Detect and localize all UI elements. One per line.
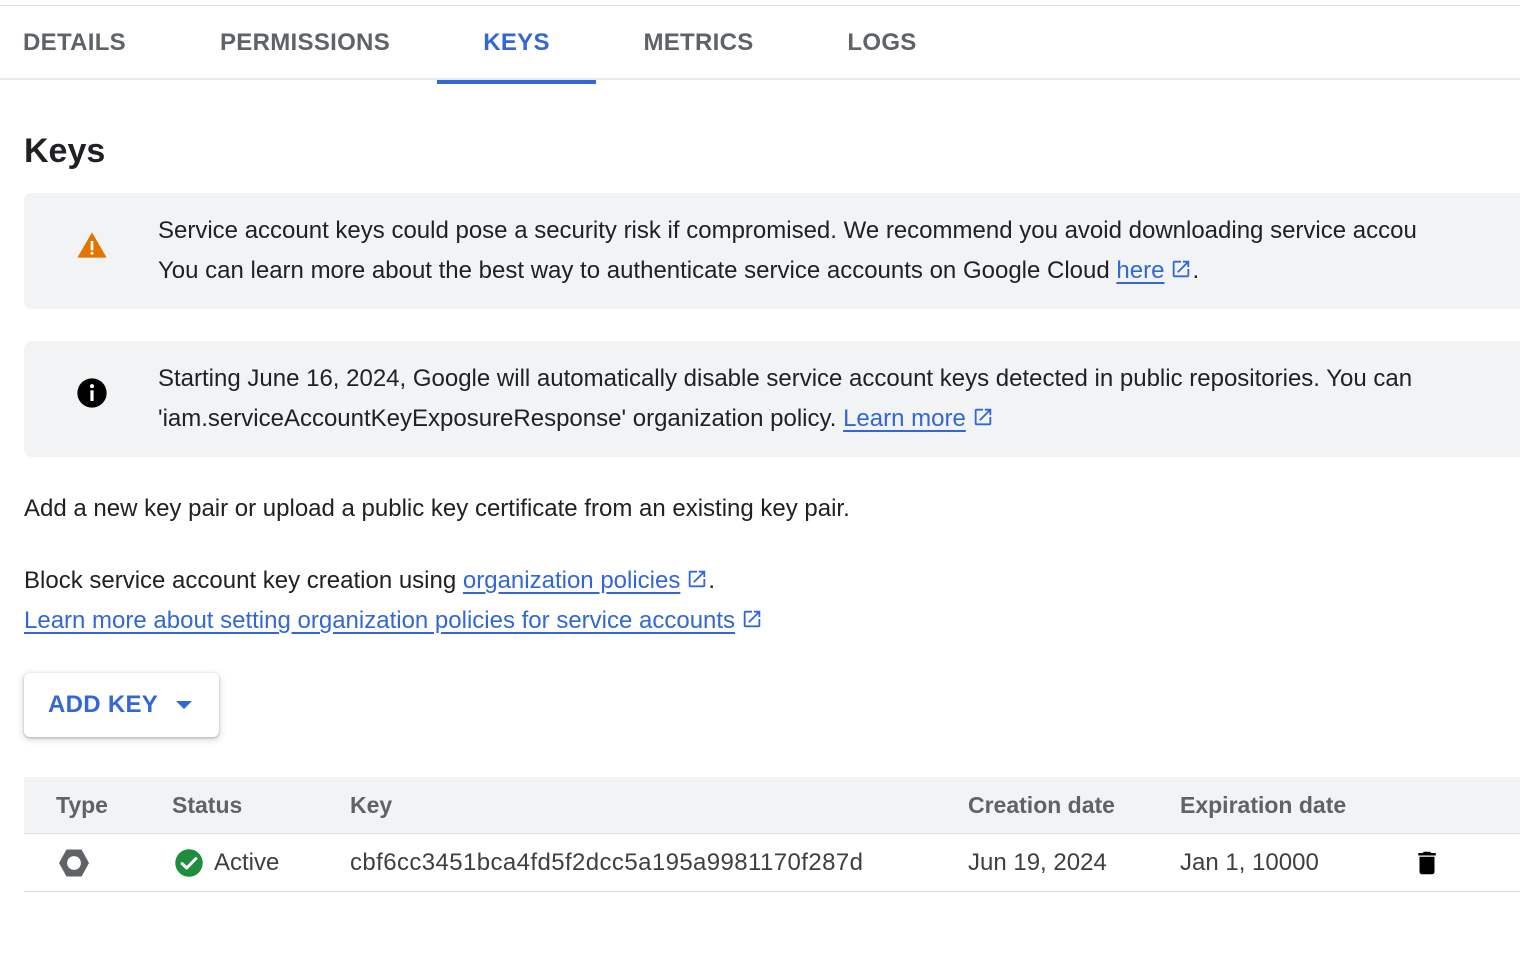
info-line-2-text: 'iam.serviceAccountKeyExposureResponse' … bbox=[158, 405, 844, 432]
info-line-2: 'iam.serviceAccountKeyExposureResponse' … bbox=[158, 399, 1520, 439]
warning-line-2-suffix: . bbox=[1192, 257, 1200, 284]
external-link-icon bbox=[689, 570, 706, 588]
warning-line-2-text: You can learn more about the best way to… bbox=[158, 257, 1117, 284]
organization-policies-link[interactable]: organization policies bbox=[463, 567, 680, 594]
key-id-cell: cbf6cc3451bca4fd5f2dcc5a195a9981170f287d bbox=[350, 849, 864, 876]
tab-bar: DETAILS PERMISSIONS KEYS METRICS LOGS bbox=[0, 6, 1520, 84]
add-key-button[interactable]: ADD KEY bbox=[24, 673, 219, 737]
warning-text: Service account keys could pose a securi… bbox=[158, 211, 1520, 291]
tab-permissions[interactable]: PERMISSIONS bbox=[196, 6, 414, 80]
key-type-hexagon-icon bbox=[59, 849, 89, 877]
page-title: Keys bbox=[24, 132, 106, 170]
header-status: Status bbox=[172, 792, 243, 818]
external-link-icon bbox=[974, 408, 992, 426]
check-circle-icon bbox=[175, 849, 203, 877]
header-type: Type bbox=[56, 792, 108, 818]
delete-key-button[interactable] bbox=[1412, 834, 1442, 892]
keys-page: DETAILS PERMISSIONS KEYS METRICS LOGS Ke… bbox=[0, 0, 1520, 968]
header-expiration-date: Expiration date bbox=[1180, 792, 1347, 818]
learn-more-org-policies-row: Learn more about setting organization po… bbox=[24, 601, 763, 641]
learn-more-org-policies-link[interactable]: Learn more about setting organization po… bbox=[24, 607, 735, 634]
info-icon bbox=[77, 378, 107, 408]
info-text: Starting June 16, 2024, Google will auto… bbox=[158, 359, 1520, 439]
info-line-1: Starting June 16, 2024, Google will auto… bbox=[158, 365, 1413, 392]
external-link-icon bbox=[1173, 260, 1190, 278]
dropdown-caret-icon bbox=[176, 701, 193, 709]
tab-logs[interactable]: LOGS bbox=[826, 6, 938, 80]
block-creation-prefix: Block service account key creation using bbox=[24, 567, 463, 594]
here-link[interactable]: here bbox=[1116, 257, 1164, 284]
external-link-icon bbox=[743, 610, 761, 628]
tab-details[interactable]: DETAILS bbox=[0, 6, 149, 80]
key-type-cell bbox=[56, 834, 92, 892]
add-key-label: ADD KEY bbox=[48, 691, 159, 718]
block-creation-text: Block service account key creation using… bbox=[24, 561, 715, 601]
creation-date-cell: Jun 19, 2024 bbox=[968, 849, 1107, 876]
header-key: Key bbox=[350, 792, 393, 818]
intro-text: Add a new key pair or upload a public ke… bbox=[24, 495, 850, 522]
learn-more-link[interactable]: Learn more bbox=[843, 405, 966, 432]
trash-icon bbox=[1418, 851, 1436, 875]
tab-metrics[interactable]: METRICS bbox=[620, 6, 777, 80]
security-warning-banner: Service account keys could pose a securi… bbox=[24, 193, 1520, 309]
status-badge: Active bbox=[214, 849, 280, 876]
tab-keys[interactable]: KEYS bbox=[437, 6, 596, 80]
keys-table-header: Type Status Key Creation date Expiration… bbox=[24, 777, 1520, 834]
warning-triangle-icon bbox=[77, 232, 107, 258]
active-tab-indicator bbox=[437, 80, 596, 84]
table-row: Active cbf6cc3451bca4fd5f2dcc5a195a99811… bbox=[24, 834, 1520, 892]
key-exposure-info-banner: Starting June 16, 2024, Google will auto… bbox=[24, 341, 1520, 457]
warning-line-2: You can learn more about the best way to… bbox=[158, 251, 1520, 291]
status-cell: Active bbox=[174, 834, 279, 892]
header-creation-date: Creation date bbox=[968, 792, 1115, 818]
block-creation-suffix: . bbox=[708, 567, 716, 594]
warning-line-1: Service account keys could pose a securi… bbox=[158, 217, 1417, 244]
expiration-date-cell: Jan 1, 10000 bbox=[1180, 849, 1319, 876]
